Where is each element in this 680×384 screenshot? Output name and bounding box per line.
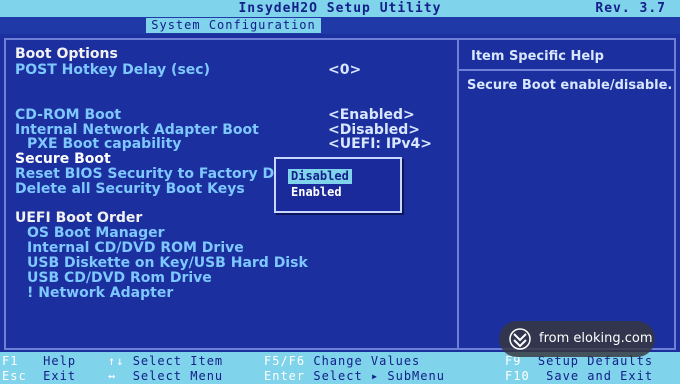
boot-order-item[interactable]: ! Network Adapter — [27, 286, 173, 301]
panel-divider — [457, 38, 459, 350]
up-down-arrows-icon: ↑↓ — [108, 354, 125, 368]
change-values-label: Change Values — [313, 354, 421, 368]
option-disabled[interactable]: Disabled — [288, 169, 352, 184]
help-label: Help — [43, 354, 77, 368]
f5-f6-key: F5/F6 — [264, 354, 306, 368]
secure-boot-options-popup: Disabled Enabled — [274, 157, 402, 213]
help-text: Secure Boot enable/disable. — [467, 78, 673, 93]
watermark-badge: from eloking.com — [499, 321, 655, 357]
app-title: InsydeH2O Setup Utility — [238, 1, 442, 16]
footer-change-values[interactable]: F5/F6 Change Values — [264, 354, 420, 369]
eloking-logo-icon — [509, 328, 531, 350]
post-hotkey-delay-item[interactable]: POST Hotkey Delay (sec) — [15, 63, 210, 78]
boot-order-item[interactable]: USB CD/DVD Rom Drive — [27, 271, 212, 286]
select-menu-label: Select Menu — [132, 369, 224, 383]
boot-order-item[interactable]: Internal CD/DVD ROM Drive — [27, 241, 244, 256]
tab-bar: System Configuration — [0, 17, 680, 34]
title-bar: InsydeH2O Setup Utility Rev. 3.7 — [0, 0, 680, 17]
f1-key: F1 — [2, 354, 19, 368]
help-divider — [459, 69, 676, 71]
f10-key: F10 — [505, 369, 530, 383]
select-item-label: Select Item — [132, 354, 224, 368]
left-right-arrows-icon: ↔ — [108, 369, 117, 383]
save-exit-label: Save and Exit — [546, 369, 654, 383]
watermark-text: from eloking.com — [539, 331, 653, 346]
footer-select-submenu[interactable]: Enter Select ▸ SubMenu — [264, 369, 445, 384]
footer-select-item[interactable]: ↑↓ Select Item — [108, 354, 223, 369]
boot-options-heading: Boot Options — [15, 46, 118, 62]
esc-key: Esc — [2, 369, 27, 383]
delete-security-keys-item[interactable]: Delete all Security Boot Keys — [15, 182, 245, 197]
exit-label: Exit — [43, 369, 77, 383]
secure-boot-item[interactable]: Secure Boot — [15, 152, 111, 167]
footer-help[interactable]: F1 Help — [2, 354, 76, 369]
tab-system-configuration[interactable]: System Configuration — [146, 18, 321, 33]
boot-order-item[interactable]: USB Diskette on Key/USB Hard Disk — [27, 256, 308, 271]
boot-order-item[interactable]: OS Boot Manager — [27, 226, 165, 241]
option-enabled[interactable]: Enabled — [288, 185, 345, 200]
footer-save-exit[interactable]: F10 Save and Exit — [505, 369, 653, 384]
post-hotkey-delay-value[interactable]: <0> — [328, 63, 361, 78]
reset-bios-security-item[interactable]: Reset BIOS Security to Factory Defau — [15, 167, 309, 182]
pxe-boot-item[interactable]: PXE Boot capability — [27, 137, 181, 152]
cdrom-boot-value[interactable]: <Enabled> — [328, 108, 415, 123]
pxe-boot-value[interactable]: <UEFI: IPv4> — [328, 137, 432, 152]
enter-key: Enter — [264, 369, 306, 383]
select-submenu-label: Select ▸ SubMenu — [313, 369, 445, 383]
footer-exit[interactable]: Esc Exit — [2, 369, 76, 384]
uefi-boot-order-heading: UEFI Boot Order — [15, 210, 143, 226]
help-title: Item Specific Help — [471, 49, 604, 64]
revision-label: Rev. 3.7 — [595, 1, 666, 16]
footer-select-menu[interactable]: ↔ Select Menu — [108, 369, 223, 384]
cdrom-boot-item[interactable]: CD-ROM Boot — [15, 108, 121, 123]
